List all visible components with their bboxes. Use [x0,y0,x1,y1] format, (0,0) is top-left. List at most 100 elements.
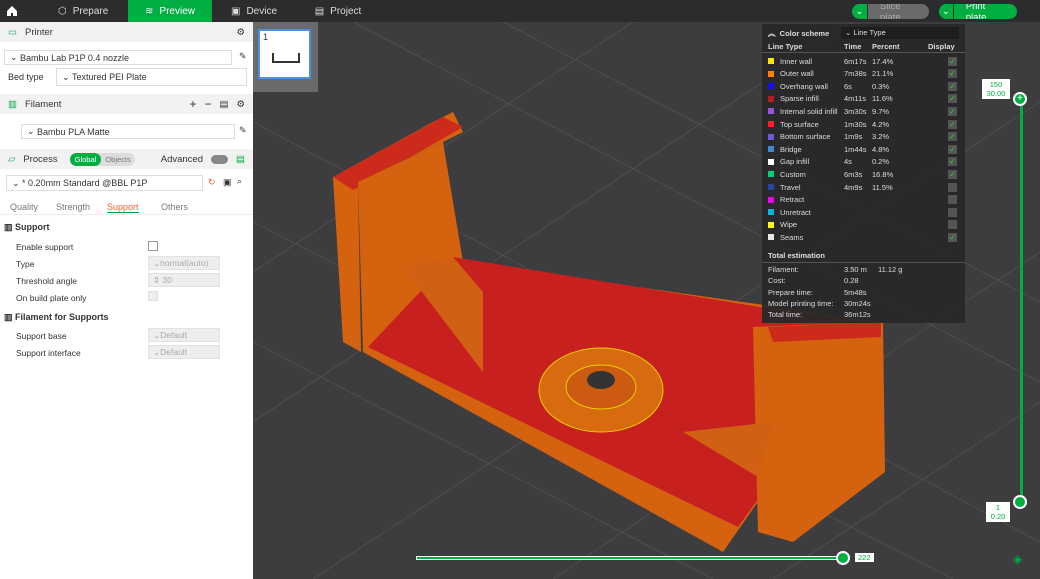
line-type-name: Top surface [780,119,819,129]
line-type-percent: 11.6% [872,94,893,104]
filament-icon: ▥ [8,98,17,110]
collapse-icon[interactable]: ︽ [768,29,776,38]
color-swatch [768,184,774,190]
tab-strength[interactable]: Strength [56,202,90,212]
display-checkbox[interactable]: ✓ [948,232,957,242]
tab-device[interactable]: ▣ Device [212,0,296,22]
tab-quality[interactable]: Quality [10,202,38,212]
display-checkbox[interactable] [948,207,957,217]
color-swatch [768,133,774,140]
line-type-name: Gap infill [780,157,810,167]
line-type-percent: 17.4% [872,56,894,66]
enable-support-checkbox[interactable] [148,241,158,251]
display-checkbox[interactable]: ✓ [948,81,957,91]
legend-row: Sparse infill 4m11s 11.6% ✓ [768,93,958,105]
line-type-percent: 3.2% [872,132,890,142]
process-section-header: ▱ Process Global Objects Advanced ▤ [0,149,253,169]
line-type-name: Outer wall [780,69,814,79]
threshold-angle-input[interactable]: ⇕ 30 [148,273,220,287]
home-icon [7,6,17,16]
filament-select[interactable]: ⌄ Bambu PLA Matte [21,124,235,139]
display-checkbox[interactable] [948,195,957,205]
line-type-name: Retract [780,195,805,205]
line-type-percent: 16.8% [872,169,894,179]
edit-icon[interactable]: ✎ [239,125,247,136]
color-scheme-select[interactable]: ⌄ Line Type [841,27,959,39]
process-preset-select[interactable]: ⌄ * 0.20mm Standard @BBL P1P [6,175,203,191]
tab-others[interactable]: Others [161,202,188,212]
move-slider-handle[interactable] [836,551,850,565]
support-base-select[interactable]: ⌄ Default [148,328,220,342]
layer-slider-bottom-handle[interactable] [1013,495,1027,509]
legend-row: Retract [768,194,958,206]
slice-plate-button[interactable]: ⌄ Slice plate [852,4,929,19]
color-swatch [768,146,774,153]
chevron-down-icon[interactable]: ⌄ [852,4,868,19]
estimation-row: Prepare time: 5m48s [768,288,963,297]
color-swatch [768,70,774,77]
estimation-weight: 11.12 g [878,265,903,274]
objects-option[interactable]: Objects [101,153,134,166]
color-swatch [768,121,774,127]
tab-project[interactable]: ▤ Project [296,0,380,22]
display-checkbox[interactable]: ✓ [948,132,957,142]
line-type-time: 1m44s [844,144,867,154]
line-type-name: Travel [780,182,801,192]
color-scheme-legend: ︽ Color scheme ⌄ Line Type Line Type Tim… [762,24,965,323]
reset-icon[interactable]: ↻ [208,177,216,188]
tab-prepare[interactable]: ⬡ Prepare [44,0,128,22]
display-checkbox[interactable]: ✓ [948,69,957,79]
gear-icon[interactable]: ⚙ [236,27,245,38]
global-option[interactable]: Global [69,152,102,166]
tab-support[interactable]: Support [107,202,139,213]
filament-section-header: ▥ Filament + − ▤ ⚙ [0,94,253,114]
display-checkbox[interactable]: ✓ [948,94,957,104]
line-type-time: 7m38s [844,69,867,79]
support-base-label: Support base [16,331,67,341]
line-type-time: 6s [844,81,852,91]
edit-icon[interactable]: ✎ [239,51,247,62]
line-type-time: 6m17s [844,56,867,66]
display-checkbox[interactable] [948,220,957,230]
line-type-time: 4s [844,157,852,167]
advanced-toggle[interactable] [211,154,229,164]
filament-settings-icon[interactable]: ▤ [219,99,228,110]
display-checkbox[interactable]: ✓ [948,56,957,66]
home-button[interactable] [0,0,24,22]
display-checkbox[interactable] [948,182,957,192]
line-type-time: 4m11s [844,94,866,104]
remove-filament-button[interactable]: − [204,97,211,111]
display-checkbox[interactable]: ✓ [948,106,957,116]
global-objects-toggle[interactable]: Global Objects [69,152,135,166]
add-filament-button[interactable]: + [189,97,196,111]
printer-select[interactable]: ⌄ Bambu Lab P1P 0.4 nozzle [4,50,232,65]
layers-toggle-icon[interactable]: ◈ [1013,552,1022,566]
estimation-label: Filament: [768,265,799,274]
legend-row: Unretract [768,206,958,218]
gear-icon[interactable]: ⚙ [236,99,245,110]
line-type-name: Inner wall [780,56,813,66]
move-slider[interactable] [416,556,846,560]
enable-support-label: Enable support [16,242,74,252]
search-icon[interactable]: ⌕ [237,176,242,187]
color-swatch [768,83,774,90]
layer-slider[interactable] [1020,99,1023,503]
tab-preview[interactable]: ≋ Preview [128,0,212,22]
support-interface-select[interactable]: ⌄ Default [148,345,220,359]
support-interface-label: Support interface [16,348,81,358]
compare-icon[interactable]: ▤ [236,154,245,165]
layer-slider-top-handle[interactable]: + [1013,92,1027,106]
support-type-select[interactable]: ⌄ normal(auto) [148,256,220,270]
build-plate-only-checkbox[interactable] [148,291,158,301]
plate-thumbnail[interactable]: 1 [258,29,311,79]
display-checkbox[interactable]: ✓ [948,157,957,167]
display-checkbox[interactable]: ✓ [948,169,957,179]
chevron-down-icon[interactable]: ⌄ [939,4,954,19]
display-checkbox[interactable]: ✓ [948,119,957,129]
display-checkbox[interactable]: ✓ [948,144,957,154]
bed-type-select[interactable]: ⌄ Textured PEI Plate [56,68,247,86]
estimation-label: Cost: [768,276,786,286]
print-plate-button[interactable]: ⌄ Print plate [939,4,1017,19]
bed-type-label: Bed type [8,72,44,82]
save-icon[interactable]: ▣ [223,177,232,188]
